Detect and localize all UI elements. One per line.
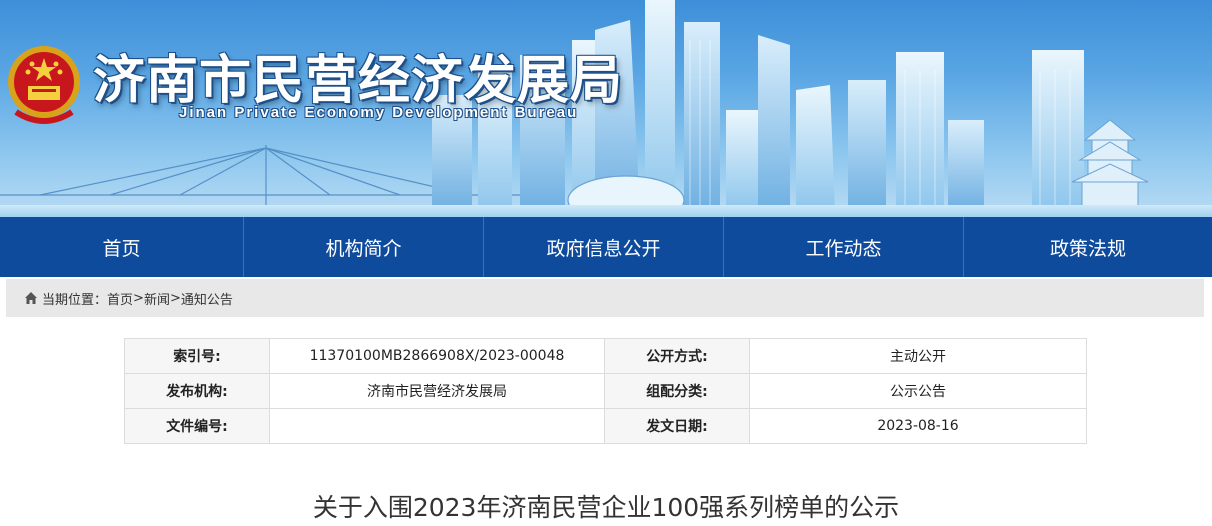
docno-label: 文件编号: xyxy=(124,408,270,444)
document-metadata-table: 索引号: 11370100MB2866908X/2023-00048 公开方式:… xyxy=(124,338,1087,444)
nav-item-home[interactable]: 首页 xyxy=(0,217,243,277)
disclosure-label: 公开方式: xyxy=(604,338,750,374)
publisher-label: 发布机构: xyxy=(124,373,270,409)
main-nav: 首页 机构简介 政府信息公开 工作动态 政策法规 xyxy=(0,217,1212,277)
breadcrumb-home-link[interactable]: 首页 xyxy=(107,289,133,308)
site-title: 济南市民营经济发展局 xyxy=(93,51,624,111)
publisher-value: 济南市民营经济发展局 xyxy=(269,373,605,409)
breadcrumb-news-link[interactable]: 新闻 xyxy=(144,289,170,308)
breadcrumb-prefix: 当期位置： xyxy=(42,292,108,308)
category-value: 公示公告 xyxy=(749,373,1087,409)
category-label: 组配分类: xyxy=(604,373,750,409)
nav-item-gov-info[interactable]: 政府信息公开 xyxy=(483,217,723,277)
breadcrumb-notice-link[interactable]: 通知公告 xyxy=(181,289,233,308)
nav-item-policies[interactable]: 政策法规 xyxy=(963,217,1212,277)
breadcrumb-separator: > xyxy=(133,290,144,306)
home-icon xyxy=(24,291,38,305)
docno-value xyxy=(269,408,605,444)
index-label: 索引号: xyxy=(124,338,270,374)
date-label: 发文日期: xyxy=(604,408,750,444)
breadcrumb: 当期位置： 首页 > 新闻 > 通知公告 xyxy=(6,279,1204,317)
table-row: 索引号: 11370100MB2866908X/2023-00048 公开方式:… xyxy=(124,338,1087,374)
header-banner: 济南市民营经济发展局 Jinan Private Economy Develop… xyxy=(0,0,1212,217)
disclosure-value: 主动公开 xyxy=(749,338,1087,374)
breadcrumb-separator: > xyxy=(169,290,181,306)
national-emblem-icon xyxy=(6,42,82,126)
table-row: 文件编号: 发文日期: 2023-08-16 xyxy=(124,408,1087,444)
site-subtitle: Jinan Private Economy Development Bureau xyxy=(179,104,579,121)
date-value: 2023-08-16 xyxy=(749,408,1087,444)
nav-item-work-news[interactable]: 工作动态 xyxy=(723,217,963,277)
index-value: 11370100MB2866908X/2023-00048 xyxy=(269,338,605,374)
table-row: 发布机构: 济南市民营经济发展局 组配分类: 公示公告 xyxy=(124,373,1087,409)
nav-item-about[interactable]: 机构简介 xyxy=(243,217,483,277)
article-title: 关于入围2023年济南民营企业100强系列榜单的公示 xyxy=(312,493,900,522)
